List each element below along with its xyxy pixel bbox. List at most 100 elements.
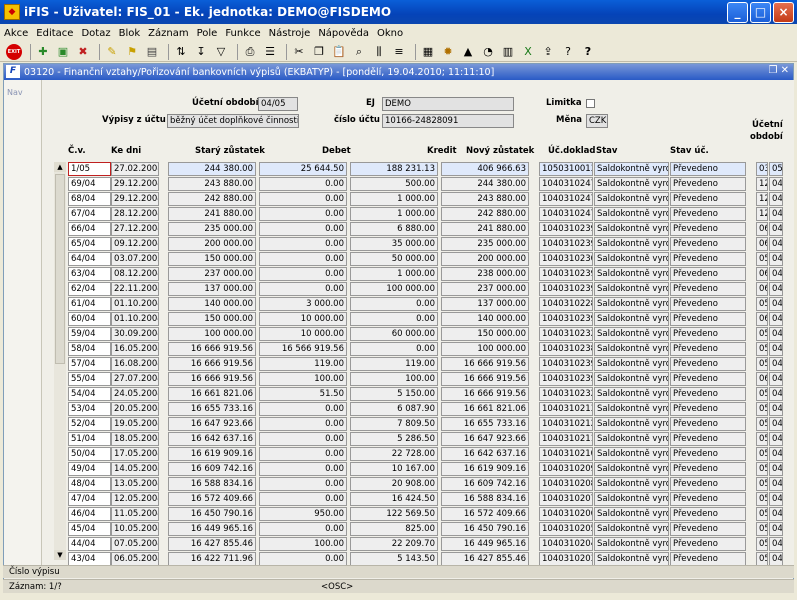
cell-cv[interactable]: 45/04 — [68, 522, 111, 536]
cell-obdobi-rok[interactable]: 04 — [769, 342, 783, 356]
cell-obdobi-mesic[interactable]: 05 — [756, 507, 768, 521]
table-row[interactable]: 57/04 16.08.2004 16 666 919.56 119.00 119.00… — [44, 357, 794, 372]
cell-stav-uc[interactable]: Převedeno — [670, 522, 746, 536]
cell-stav-uc[interactable]: Převedeno — [670, 552, 746, 566]
cell-ucdoklad[interactable]: 1040310232 — [539, 387, 593, 401]
cell-stary[interactable]: 244 380.00 — [168, 162, 256, 176]
table-row[interactable]: 48/04 13.05.2004 16 588 834.16 0.00 20 908.0… — [44, 477, 794, 492]
table-row[interactable]: 53/04 20.05.2004 16 655 733.16 0.00 6 087.90… — [44, 402, 794, 417]
cell-cv[interactable]: 61/04 — [68, 297, 111, 311]
cell-ucdoklad[interactable]: 1040310204 — [539, 537, 593, 551]
cell-novy[interactable]: 16 666 919.56 — [441, 387, 529, 401]
cell-ke-dni[interactable]: 16.08.2004 — [111, 357, 159, 371]
cell-novy[interactable]: 16 642 637.16 — [441, 447, 529, 461]
cell-cv[interactable]: 50/04 — [68, 447, 111, 461]
table-row[interactable]: 59/04 30.09.2004 100 000.00 10 000.00 60 000… — [44, 327, 794, 342]
filter-icon[interactable]: ▽ — [213, 44, 229, 60]
cell-stav-uc[interactable]: Převedeno — [670, 237, 746, 251]
cell-novy[interactable]: 243 880.00 — [441, 192, 529, 206]
cell-obdobi-rok[interactable]: 04 — [769, 222, 783, 236]
cell-ke-dni[interactable]: 14.05.2004 — [111, 462, 159, 476]
table-row[interactable]: 58/04 16.05.2004 16 666 919.56 16 566 919.5… — [44, 342, 794, 357]
cell-obdobi-mesic[interactable]: 06 — [756, 267, 768, 281]
cell-kredit[interactable]: 0.00 — [350, 297, 438, 311]
cell-obdobi-rok[interactable]: 04 — [769, 522, 783, 536]
cell-kredit[interactable]: 16 424.50 — [350, 492, 438, 506]
cislo-uctu-field[interactable]: 10166-24828091 — [382, 114, 514, 128]
cell-stav-uc[interactable]: Převedeno — [670, 177, 746, 191]
cell-debet[interactable]: 0.00 — [259, 402, 347, 416]
cell-debet[interactable]: 10 000.00 — [259, 327, 347, 341]
exit-icon[interactable]: EXIT — [6, 43, 22, 60]
cell-ke-dni[interactable]: 16.05.2004 — [111, 342, 159, 356]
cell-stary[interactable]: 16 642 637.16 — [168, 432, 256, 446]
table-row[interactable]: 1/05 27.02.2008 244 380.00 25 644.50 188 231… — [44, 162, 794, 177]
cell-ucdoklad[interactable]: 1040310205 — [539, 522, 593, 536]
cell-ke-dni[interactable]: 30.09.2004 — [111, 327, 159, 341]
table-row[interactable]: 65/04 09.12.2004 200 000.00 0.00 35 000.00 23… — [44, 237, 794, 252]
cell-ucdoklad[interactable]: 1040310208 — [539, 477, 593, 491]
table-row[interactable]: 47/04 12.05.2004 16 572 409.66 0.00 16 424.5… — [44, 492, 794, 507]
cell-stary[interactable]: 140 000.00 — [168, 297, 256, 311]
cell-stav[interactable]: Saldokontně vyrovnáno — [594, 222, 669, 236]
cell-ke-dni[interactable]: 11.05.2004 — [111, 507, 159, 521]
cell-stary[interactable]: 242 880.00 — [168, 192, 256, 206]
cell-novy[interactable]: 16 666 919.56 — [441, 372, 529, 386]
cell-kredit[interactable]: 825.00 — [350, 522, 438, 536]
cell-stav[interactable]: Saldokontně vyrovnáno — [594, 207, 669, 221]
cell-obdobi-mesic[interactable]: 05 — [756, 327, 768, 341]
cell-ucdoklad[interactable]: 1040310239 — [539, 282, 593, 296]
cell-stary[interactable]: 100 000.00 — [168, 327, 256, 341]
cell-cv[interactable]: 60/04 — [68, 312, 111, 326]
cell-kredit[interactable]: 5 143.50 — [350, 552, 438, 566]
cell-cv[interactable]: 43/04 — [68, 552, 111, 566]
cell-debet[interactable]: 0.00 — [259, 492, 347, 506]
cell-obdobi-rok[interactable]: 04 — [769, 267, 783, 281]
cell-debet[interactable]: 119.00 — [259, 357, 347, 371]
cell-obdobi-rok[interactable]: 04 — [769, 387, 783, 401]
cell-debet[interactable]: 100.00 — [259, 537, 347, 551]
cell-cv[interactable]: 46/04 — [68, 507, 111, 521]
cell-debet[interactable]: 0.00 — [259, 237, 347, 251]
cell-stav-uc[interactable]: Převedeno — [670, 342, 746, 356]
list-icon[interactable]: ☰ — [262, 44, 278, 60]
cell-ke-dni[interactable]: 24.05.2004 — [111, 387, 159, 401]
cell-ke-dni[interactable]: 17.05.2004 — [111, 447, 159, 461]
cell-cv[interactable]: 57/04 — [68, 357, 111, 371]
cell-obdobi-mesic[interactable]: 05 — [756, 402, 768, 416]
cell-obdobi-mesic[interactable]: 05 — [756, 297, 768, 311]
cell-cv[interactable]: 67/04 — [68, 207, 111, 221]
table-row[interactable]: 54/04 24.05.2004 16 661 821.06 51.50 5 150.0… — [44, 387, 794, 402]
cell-stav[interactable]: Saldokontně vyrovnáno — [594, 372, 669, 386]
cell-debet[interactable]: 100.00 — [259, 372, 347, 386]
cell-novy[interactable]: 16 619 909.16 — [441, 462, 529, 476]
cell-obdobi-mesic[interactable]: 05 — [756, 522, 768, 536]
cell-ucdoklad[interactable]: 1040310209 — [539, 462, 593, 476]
cell-ke-dni[interactable]: 18.05.2004 — [111, 432, 159, 446]
cell-novy[interactable]: 237 000.00 — [441, 282, 529, 296]
chart-icon[interactable]: ▲ — [460, 44, 476, 60]
cell-kredit[interactable]: 0.00 — [350, 342, 438, 356]
cell-ucdoklad[interactable]: 1040310210 — [539, 447, 593, 461]
cell-obdobi-mesic[interactable]: 06 — [756, 237, 768, 251]
cell-novy[interactable]: 16 427 855.46 — [441, 552, 529, 566]
cell-ucdoklad[interactable]: 1040310203 — [539, 552, 593, 566]
cell-novy[interactable]: 16 661 821.06 — [441, 402, 529, 416]
cell-stary[interactable]: 16 647 923.66 — [168, 417, 256, 431]
cell-stary[interactable]: 150 000.00 — [168, 252, 256, 266]
obdobi-field[interactable]: 04/05 — [258, 97, 298, 111]
cell-novy[interactable]: 16 449 965.16 — [441, 537, 529, 551]
table-row[interactable]: 67/04 28.12.2004 241 880.00 0.00 1 000.00 242… — [44, 207, 794, 222]
cell-obdobi-mesic[interactable]: 12 — [756, 207, 768, 221]
cell-stav-uc[interactable]: Převedeno — [670, 447, 746, 461]
cell-kredit[interactable]: 1 000.00 — [350, 192, 438, 206]
cell-ucdoklad[interactable]: 1040310207 — [539, 492, 593, 506]
table-row[interactable]: 50/04 17.05.2004 16 619 909.16 0.00 22 728.0… — [44, 447, 794, 462]
cell-kredit[interactable]: 7 809.50 — [350, 417, 438, 431]
cell-ke-dni[interactable]: 27.07.2004 — [111, 372, 159, 386]
cell-kredit[interactable]: 5 286.50 — [350, 432, 438, 446]
cell-obdobi-mesic[interactable]: 05 — [756, 552, 768, 566]
cell-stary[interactable]: 16 661 821.06 — [168, 387, 256, 401]
cell-obdobi-rok[interactable]: 04 — [769, 312, 783, 326]
cell-cv[interactable]: 54/04 — [68, 387, 111, 401]
